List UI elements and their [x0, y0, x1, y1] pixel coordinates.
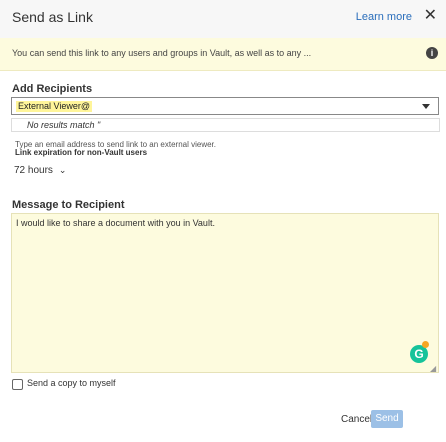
info-icon[interactable]: i [426, 47, 438, 59]
cancel-button[interactable]: Cancel [341, 414, 372, 425]
message-label: Message to Recipient [12, 199, 125, 211]
chevron-down-icon[interactable] [422, 104, 430, 109]
send-button[interactable]: Send [371, 410, 403, 428]
notification-badge [422, 341, 429, 348]
notice-text: You can send this link to any users and … [12, 48, 312, 58]
message-textarea[interactable]: I would like to share a document with yo… [11, 213, 439, 373]
chevron-down-icon: ⌄ [58, 165, 67, 175]
expiration-select[interactable]: 72 hours ⌄ [14, 165, 66, 176]
recipients-input[interactable]: External Viewer@ [11, 97, 439, 115]
dialog-header: Send as Link Learn more ✕ [0, 0, 446, 39]
resize-handle-icon[interactable]: ◢ [430, 364, 436, 373]
message-text: I would like to share a document with yo… [16, 218, 215, 228]
recipients-value: External Viewer@ [16, 101, 92, 112]
no-results-text: No results match " [27, 120, 101, 130]
send-copy-label: Send a copy to myself [27, 378, 116, 388]
close-icon[interactable]: ✕ [424, 7, 437, 25]
learn-more-link[interactable]: Learn more [356, 11, 412, 23]
notice-banner: You can send this link to any users and … [0, 38, 446, 71]
dialog-title: Send as Link [12, 9, 93, 25]
add-recipients-label: Add Recipients [12, 83, 93, 95]
send-copy-checkbox[interactable] [12, 379, 23, 390]
expiration-value: 72 hours [14, 165, 53, 176]
recipients-dropdown: No results match " [11, 118, 440, 132]
link-expiration-label: Link expiration for non-Vault users [15, 148, 148, 157]
